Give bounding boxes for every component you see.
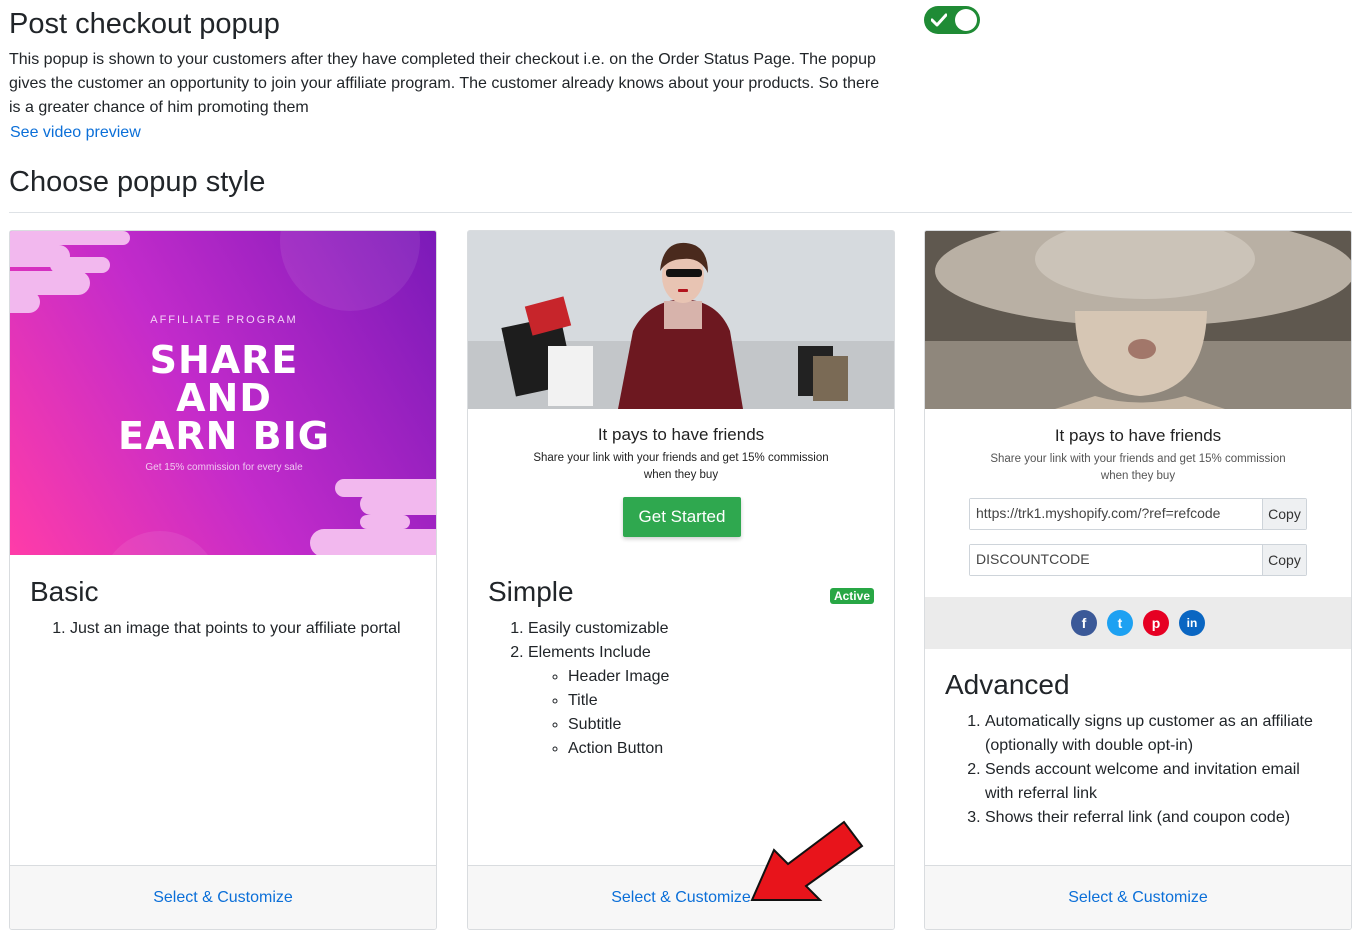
section-title: Choose popup style xyxy=(9,166,266,198)
feature-list: Just an image that points to your affili… xyxy=(70,617,416,641)
advanced-preview-subtitle: Share your link with your friends and ge… xyxy=(990,453,1286,465)
check-icon xyxy=(931,13,947,27)
basic-eyebrow: AFFILIATE PROGRAM xyxy=(150,314,298,326)
select-customize-basic-link[interactable]: Select & Customize xyxy=(153,889,293,907)
popup-enabled-toggle[interactable] xyxy=(924,6,980,34)
see-video-preview-link[interactable]: See video preview xyxy=(10,124,141,142)
basic-headline-line: SHARE xyxy=(149,338,299,382)
simple-header-image xyxy=(468,231,894,409)
twitter-icon: t xyxy=(1107,610,1133,636)
section-divider xyxy=(9,212,1352,213)
copy-link-button: Copy xyxy=(1262,499,1306,529)
popup-description: This popup is shown to your customers af… xyxy=(9,51,880,116)
feature-item: Shows their referral link (and coupon co… xyxy=(985,806,1331,830)
referral-link-value: https://trk1.myshopify.com/?ref=refcode xyxy=(970,499,1262,529)
shopping-woman-photo xyxy=(468,231,894,409)
feature-item: Easily customizable xyxy=(528,617,874,641)
sub-feature-item: Subtitle xyxy=(568,713,874,737)
sub-feature-list: Header Image Title Subtitle Action Butto… xyxy=(568,665,874,761)
popup-header: Post checkout popup This popup is shown … xyxy=(9,6,889,142)
feature-item: Elements Include Header Image Title Subt… xyxy=(528,641,874,761)
sub-feature-item: Title xyxy=(568,689,874,713)
simple-preview-title: It pays to have friends xyxy=(597,425,765,444)
card-footer: Select & Customize xyxy=(10,865,436,929)
simple-preview-subtitle: when they buy xyxy=(643,469,719,481)
basic-headline: SHARE AND EARN BIG xyxy=(10,338,436,458)
card-title: Advanced xyxy=(945,669,1070,700)
card-title: Basic xyxy=(30,576,99,607)
hat-woman-photo xyxy=(925,231,1351,409)
sub-feature-item: Header Image xyxy=(568,665,874,689)
red-arrow-annotation xyxy=(750,820,864,901)
select-customize-simple-link[interactable]: Select & Customize xyxy=(611,889,751,907)
pinterest-icon: p xyxy=(1143,610,1169,636)
simple-preview-text: It pays to have friends Share your link … xyxy=(468,425,894,484)
feature-item: Automatically signs up customer as an af… xyxy=(985,710,1331,758)
basic-subtext: Get 15% commission for every sale xyxy=(145,462,303,473)
advanced-preview-text: It pays to have friends Share your link … xyxy=(925,426,1351,485)
get-started-preview-button: Get Started xyxy=(623,497,741,537)
basic-preview-image: AFFILIATE PROGRAM SHARE AND EARN BIG Get… xyxy=(10,231,436,555)
discount-code-field: DISCOUNTCODE Copy xyxy=(969,544,1307,576)
select-customize-advanced-link[interactable]: Select & Customize xyxy=(1068,889,1208,907)
card-footer: Select & Customize xyxy=(925,865,1351,929)
sub-feature-item: Action Button xyxy=(568,737,874,761)
discount-code-value: DISCOUNTCODE xyxy=(970,545,1262,575)
copy-code-button: Copy xyxy=(1262,545,1306,575)
referral-link-field: https://trk1.myshopify.com/?ref=refcode … xyxy=(969,498,1307,530)
basic-card-body: Basic Just an image that points to your … xyxy=(30,575,416,641)
simple-card-body: Simple Easily customizable Elements Incl… xyxy=(488,575,874,761)
basic-headline-line: AND xyxy=(176,376,272,420)
feature-item: Just an image that points to your affili… xyxy=(70,617,416,641)
social-share-bar: f t p in xyxy=(925,597,1351,649)
basic-headline-line: EARN BIG xyxy=(118,414,330,458)
advanced-card-body: Advanced Automatically signs up customer… xyxy=(945,668,1331,830)
feature-list: Automatically signs up customer as an af… xyxy=(985,710,1331,830)
advanced-preview-title: It pays to have friends xyxy=(1054,426,1222,445)
feature-item: Sends account welcome and invitation ema… xyxy=(985,758,1331,806)
linkedin-icon: in xyxy=(1179,610,1205,636)
style-card-advanced: It pays to have friends Share your link … xyxy=(924,230,1352,930)
facebook-icon: f xyxy=(1071,610,1097,636)
style-card-basic: AFFILIATE PROGRAM SHARE AND EARN BIG Get… xyxy=(9,230,437,930)
active-badge: Active xyxy=(829,588,874,604)
feature-item-label: Elements Include xyxy=(528,644,651,661)
advanced-header-image xyxy=(925,231,1351,409)
simple-preview-subtitle: Share your link with your friends and ge… xyxy=(533,452,829,464)
card-title: Simple xyxy=(488,576,574,607)
toggle-knob xyxy=(955,9,977,31)
advanced-preview-subtitle: when they buy xyxy=(1100,470,1176,482)
page-title: Post checkout popup xyxy=(9,8,280,40)
feature-list: Easily customizable Elements Include Hea… xyxy=(528,617,874,761)
